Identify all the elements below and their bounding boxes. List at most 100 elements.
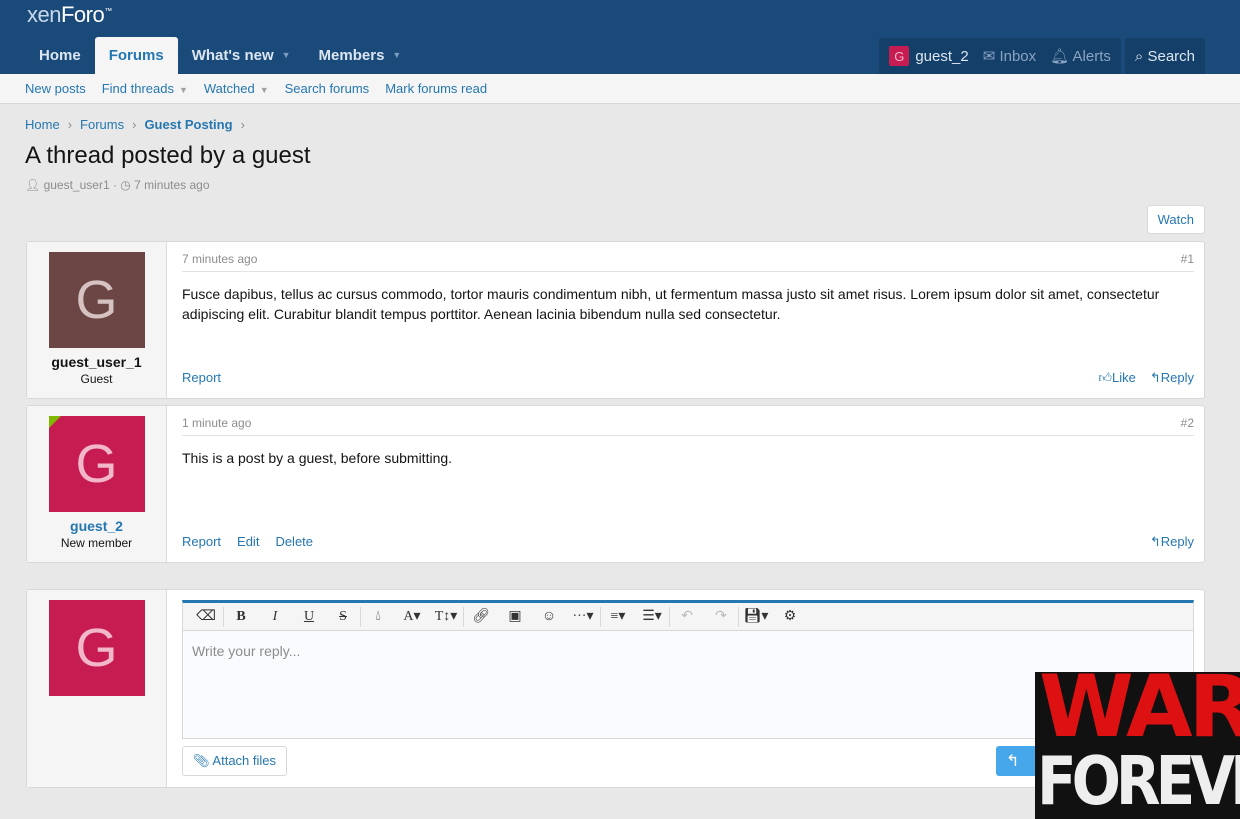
post-body: Fusce dapibus, tellus ac cursus commodo,… — [182, 286, 1160, 322]
account-link[interactable]: Gguest_2 — [889, 46, 969, 66]
subnav-mark-read[interactable]: Mark forums read — [385, 81, 487, 96]
more-icon[interactable]: ···▾ — [566, 608, 600, 625]
reply-label: Reply — [1160, 534, 1194, 549]
envelope-icon: ✉ — [982, 48, 996, 65]
user-avatar: G — [889, 46, 910, 66]
chevron-right-icon: › — [67, 117, 73, 132]
redo-icon[interactable]: ↷ — [704, 608, 738, 625]
caret-down-icon[interactable]: ▼ — [282, 37, 291, 74]
account-group: Gguest_2 ✉ Inbox 🔔︎ Alerts — [879, 38, 1121, 74]
list-icon[interactable]: ☰▾ — [635, 608, 669, 625]
sub-nav: New posts Find threads ▼ Watched ▼ Search … — [0, 74, 1240, 104]
username[interactable]: guest_2 — [27, 518, 166, 534]
post-1: G guest_user_1 Guest 7 minutes ago #1 Fus… — [26, 241, 1205, 399]
user-cell: G — [27, 590, 167, 787]
label: Find threads — [101, 81, 174, 96]
user-cell: G guest_user_1 Guest — [27, 242, 167, 398]
eraser-icon[interactable]: ⌫ — [189, 608, 223, 625]
gear-icon[interactable]: ⚙ — [773, 608, 807, 625]
attach-label: Attach files — [212, 753, 277, 768]
search-link[interactable]: ⌕ Search — [1124, 38, 1205, 74]
link-icon[interactable]: 🔗︎ — [464, 608, 498, 625]
avatar[interactable]: G — [48, 252, 145, 348]
edit-link[interactable]: Edit — [237, 534, 259, 550]
nav-label: Forums — [108, 47, 164, 64]
alerts-link[interactable]: 🔔︎ Alerts — [1050, 47, 1111, 65]
color-icon[interactable]: 💧︎ — [361, 609, 395, 625]
post-number[interactable]: #2 — [1181, 416, 1194, 430]
nav-home[interactable]: Home — [25, 37, 95, 74]
thread-author[interactable]: guest_user1 — [44, 178, 110, 192]
smilie-icon[interactable]: ☺ — [532, 609, 566, 625]
subnav-watched[interactable]: Watched ▼ — [204, 81, 269, 96]
label: Watched — [203, 81, 255, 96]
reply-icon: ↰ — [1149, 370, 1161, 385]
post-time[interactable]: 7 minutes ago — [182, 252, 257, 266]
post-body: This is a post by a guest, before submit… — [182, 450, 453, 466]
subnav-new-posts[interactable]: New posts — [25, 81, 86, 96]
image-icon[interactable]: ▣ — [498, 608, 532, 625]
thread-meta: 👤︎ guest_user1 · ◷ 7 minutes ago — [25, 178, 210, 192]
search-icon: ⌕ — [1134, 47, 1144, 65]
attach-files-button[interactable]: 📎︎ Attach files — [182, 746, 288, 776]
chevron-right-icon: › — [132, 117, 137, 132]
nav-label: Home — [39, 47, 81, 64]
page-title: A thread posted by a guest — [25, 142, 311, 169]
nav-members[interactable]: Members ▼ — [305, 37, 416, 74]
logo[interactable]: xenForo™ — [27, 2, 112, 28]
avatar-letter: G — [75, 434, 118, 494]
undo-icon[interactable]: ↶ — [670, 608, 704, 625]
like-button[interactable]: 👍︎Like — [1098, 370, 1135, 386]
font-size-icon[interactable]: T↕▾ — [429, 608, 463, 625]
editor-toolbar: ⌫ B I U S 💧︎ A▾ T↕▾ 🔗︎ ▣ ☺ ···▾ ≡▾ ☰▾ ↶ … — [183, 603, 1193, 631]
nav-label: Members — [318, 47, 385, 64]
caret-down-icon: ▼ — [259, 85, 269, 95]
main-nav: Home Forums What's new ▼ Members ▼ — [25, 37, 415, 74]
user-icon: 👤︎ — [25, 178, 41, 192]
thumbs-up-icon: 👍︎ — [1098, 370, 1112, 385]
nav-whats-new[interactable]: What's new ▼ — [178, 37, 305, 74]
strikethrough-icon[interactable]: S — [326, 609, 360, 625]
post-number[interactable]: #1 — [1181, 252, 1194, 266]
post-time[interactable]: 1 minute ago — [182, 416, 251, 430]
header: xenForo™ Home Forums What's new ▼ Members… — [0, 0, 1240, 74]
user-cell: G guest_2 New member — [27, 406, 167, 562]
user-title: Guest — [80, 372, 113, 386]
nav-forums[interactable]: Forums — [94, 37, 178, 74]
user-title: New member — [60, 536, 133, 550]
crumb-forums[interactable]: Forums — [80, 117, 124, 132]
user-nav: Gguest_2 ✉ Inbox 🔔︎ Alerts ⌕ Search — [879, 38, 1205, 74]
underline-icon[interactable]: U — [292, 609, 326, 625]
inbox-link[interactable]: ✉ Inbox — [983, 47, 1036, 65]
report-link[interactable]: Report — [182, 534, 221, 550]
username[interactable]: guest_user_1 — [27, 354, 166, 370]
delete-link[interactable]: Delete — [275, 534, 313, 550]
align-icon[interactable]: ≡▾ — [601, 608, 635, 625]
subnav-search-forums[interactable]: Search forums — [285, 81, 370, 96]
reply-button[interactable]: ↰Reply — [1150, 534, 1194, 550]
reply-button[interactable]: ↰Reply — [1150, 370, 1194, 386]
post-2: G guest_2 New member 1 minute ago #2 This… — [26, 405, 1205, 563]
bold-icon[interactable]: B — [224, 609, 258, 625]
quick-reply: G ⌫ B I U S 💧︎ A▾ T↕▾ 🔗︎ ▣ ☺ ···▾ ≡▾ ☰▾ … — [26, 589, 1205, 788]
like-label: Like — [1111, 370, 1136, 385]
report-link[interactable]: Report — [182, 370, 221, 386]
avatar: G — [48, 600, 145, 696]
crumb-home[interactable]: Home — [25, 117, 60, 132]
subnav-find-threads[interactable]: Find threads ▼ — [102, 81, 188, 96]
search-label: Search — [1147, 47, 1195, 65]
paperclip-icon: 📎︎ — [193, 753, 210, 768]
crumb-guest-posting[interactable]: Guest Posting — [144, 117, 232, 132]
caret-down-icon[interactable]: ▼ — [392, 37, 401, 74]
reply-icon: ↰ — [1149, 534, 1161, 549]
italic-icon[interactable]: I — [258, 609, 292, 625]
watermark-logo: WAR FOREVER — [1035, 672, 1240, 819]
chevron-right-icon: › — [240, 117, 245, 132]
online-indicator — [48, 416, 61, 428]
thread-time[interactable]: 7 minutes ago — [134, 178, 209, 192]
font-family-icon[interactable]: A▾ — [395, 608, 429, 625]
watch-button[interactable]: Watch — [1146, 205, 1205, 234]
save-draft-icon[interactable]: 💾︎▾ — [739, 608, 773, 625]
reply-label: Reply — [1160, 370, 1194, 385]
avatar[interactable]: G — [48, 416, 145, 512]
